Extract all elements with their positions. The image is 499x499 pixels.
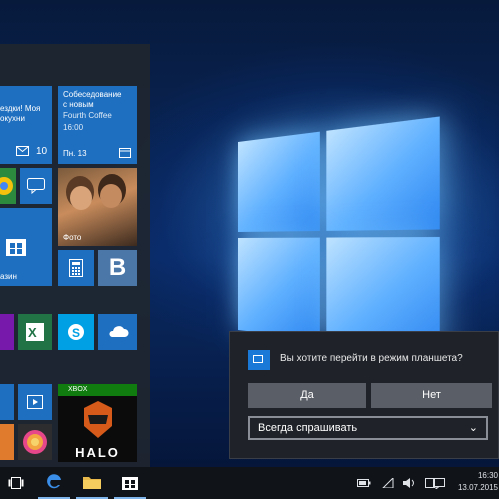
task-view-button[interactable] [0,467,32,499]
action-center-icon[interactable] [432,467,446,499]
volume-icon[interactable] [402,467,418,499]
calendar-date: Пн. 13 [63,149,87,158]
start-menu: ездки! Моя окухни 10 Собеседование с нов… [0,44,150,467]
tile-photos-label: Фото [63,233,82,242]
select-value: Всегда спрашивать [258,422,358,434]
tile-store[interactable]: азин [0,208,52,286]
store-icon [6,239,26,256]
file-explorer-button[interactable] [76,467,108,499]
windows-logo-graphic [238,116,440,367]
tile-game-1[interactable] [0,424,14,460]
wifi-icon[interactable] [380,467,396,499]
video-icon [27,395,43,409]
tile-calendar[interactable]: Собеседование с новым Fourth Coffee 16:0… [58,86,137,164]
dialog-question: Вы хотите перейти в режим планшета? [280,353,463,364]
skype-icon: S [68,324,84,340]
tile-messaging[interactable] [20,168,52,204]
chrome-icon [0,177,13,195]
tile-vk[interactable]: B [98,250,137,286]
tile-skype[interactable]: S [58,314,94,350]
tile-store-label: азин [0,272,17,281]
clock-date: 13.07.2015 [457,483,498,492]
task-view-icon [8,477,24,489]
tile-groove[interactable] [0,384,14,420]
calendar-event-location: Fourth Coffee [63,111,112,120]
tile-halo[interactable]: XBOX HALO [58,384,137,462]
yes-button[interactable]: Да [248,383,366,408]
calculator-icon [69,259,83,277]
messaging-icon [27,178,45,194]
taskbar: 16:30 13.07.2015 [0,467,499,499]
store-taskbar-button[interactable] [114,467,146,499]
chevron-down-icon: ⌄ [468,422,478,434]
tile-paint[interactable] [18,424,52,460]
tile-photos[interactable]: Фото [58,168,137,246]
vk-logo: B [108,254,127,281]
tile-movies[interactable] [18,384,52,420]
tablet-mode-dialog: Вы хотите перейти в режим планшета? Да Н… [229,331,499,459]
tile-chrome[interactable] [0,168,16,204]
spartan-helmet-icon [84,401,112,438]
tile-mail-count: 10 [36,146,48,157]
folder-icon [83,477,101,489]
store-bag-icon [122,477,138,490]
tile-mail-text: ездки! Моя окухни [0,104,41,123]
ask-preference-select[interactable]: Всегда спрашивать ⌄ [248,416,488,440]
xbox-label: XBOX [68,386,88,393]
tile-excel[interactable]: X [18,314,52,350]
no-button[interactable]: Нет [371,383,492,408]
tablet-mode-icon [248,350,270,370]
clock[interactable]: 16:30 13.07.2015 [452,470,498,494]
edge-icon [47,474,61,489]
svg-text:S: S [72,326,80,340]
tile-calculator[interactable] [58,250,94,286]
tile-mail[interactable]: ездки! Моя окухни 10 [0,86,52,164]
calendar-icon [119,148,131,158]
calendar-event-subtitle: с новым [63,100,94,109]
tile-onenote[interactable] [0,314,14,350]
halo-logo: HALO [75,445,120,460]
svg-text:X: X [28,325,37,340]
cloud-icon [109,326,129,337]
edge-button[interactable] [38,467,70,499]
mail-icon [16,146,29,156]
calendar-event-time: 16:00 [63,123,84,132]
clock-time: 16:30 [477,471,498,480]
color-wheel-icon [23,430,47,454]
calendar-event-title: Собеседование [63,90,122,99]
tile-onedrive[interactable] [98,314,137,350]
battery-icon[interactable] [356,467,372,499]
excel-icon: X [26,323,44,341]
